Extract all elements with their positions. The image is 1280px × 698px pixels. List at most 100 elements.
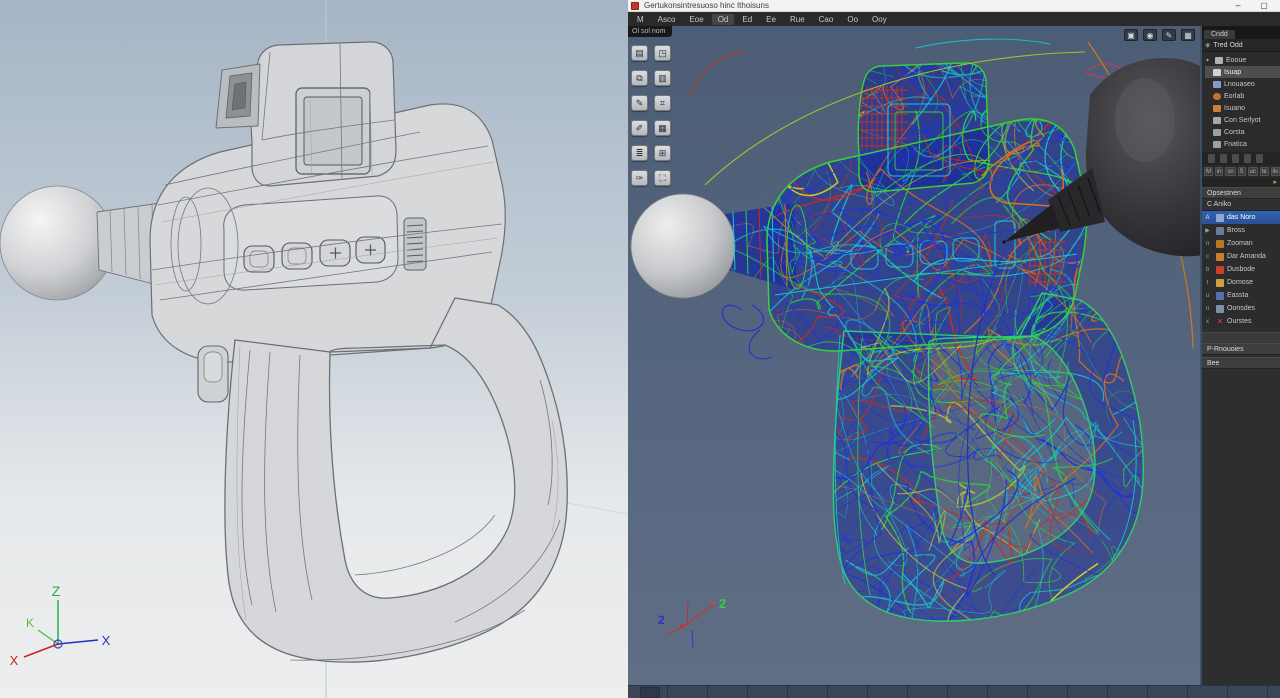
node-icon xyxy=(1213,105,1221,112)
lattice-tool-icon[interactable]: ⌗ xyxy=(654,95,671,111)
op-icon xyxy=(1216,227,1224,235)
axis-label-x-blue: X xyxy=(102,633,111,648)
timeline-bar[interactable] xyxy=(628,685,1280,698)
menu-item-4[interactable]: Ed xyxy=(736,14,758,25)
op-icon xyxy=(1216,214,1224,222)
mini-button-strip: M in sn S uc te lis xyxy=(1202,165,1280,178)
mini-button-5[interactable]: te xyxy=(1260,167,1269,176)
bee-section-header[interactable]: Bee xyxy=(1202,357,1280,369)
minimize-button[interactable]: – xyxy=(1230,0,1246,11)
op-icon xyxy=(1216,253,1224,261)
scene-root-label: Tred Odd xyxy=(1213,42,1242,49)
tool-block-icon xyxy=(1220,154,1227,163)
maximize-button[interactable]: ▢ xyxy=(1256,0,1272,11)
menu-item-3[interactable]: Od xyxy=(712,14,735,25)
op-item-8[interactable]: x✕Ourstes xyxy=(1202,315,1280,328)
operation-section-header[interactable]: Opsestnen xyxy=(1202,187,1280,199)
axis-label-z: Z xyxy=(52,583,61,599)
modeling-tool-palette: ▤ ◳ ⧉ ▥ ✎ ⌗ ✐ ▦ ≣ ⊞ ✑ ⛶ xyxy=(631,45,671,186)
op-item-7[interactable]: nOonsdes xyxy=(1202,302,1280,315)
3d-viewport[interactable]: Ol sol nom ▤ ◳ ⧉ ▥ ✎ ⌗ ✐ ▦ ≣ ⊞ ✑ ⛶ ▣ xyxy=(628,26,1200,685)
op-icon xyxy=(1216,305,1224,313)
menu-item-0[interactable]: M xyxy=(631,14,650,25)
menu-item-5[interactable]: Ee xyxy=(760,14,782,25)
pen-tool-icon[interactable]: ✐ xyxy=(631,120,648,136)
axis-label-k: K xyxy=(26,616,34,630)
tree-item-7[interactable]: Fnatica xyxy=(1205,138,1280,150)
cad-wireframe-scene: Z K X X xyxy=(0,0,628,698)
duplicate-tool-icon[interactable]: ⧉ xyxy=(631,70,648,86)
viewport-camera-tab[interactable]: Ol sol nom xyxy=(628,26,672,37)
tree-item-3[interactable]: Eorlab xyxy=(1205,90,1280,102)
tree-item-2[interactable]: Lnouaseo xyxy=(1205,78,1280,90)
panel-scroll-arrow[interactable]: ▸ xyxy=(1202,178,1280,187)
panel-spacer xyxy=(1202,332,1280,343)
op-item-5[interactable]: tDomose xyxy=(1202,276,1280,289)
structure-tool-icon[interactable]: ▤ xyxy=(631,45,648,61)
left-cad-viewport[interactable]: Z K X X xyxy=(0,0,628,698)
layers-tool-icon[interactable]: ▥ xyxy=(654,70,671,86)
massage-gun-model[interactable] xyxy=(0,42,567,662)
grid-tool-icon[interactable]: ▦ xyxy=(654,120,671,136)
anies-section-header[interactable]: C Aniko xyxy=(1202,199,1280,211)
expand-arrow-icon[interactable]: ▾ xyxy=(1206,57,1212,64)
node-icon xyxy=(1213,81,1221,88)
mini-button-2[interactable]: sn xyxy=(1225,167,1235,176)
target-view-icon[interactable]: ◉ xyxy=(1143,29,1157,41)
tree-item-0[interactable]: ▾Eooue xyxy=(1205,54,1280,66)
op-icon xyxy=(1216,279,1224,287)
node-icon xyxy=(1213,129,1221,136)
ball-attachment xyxy=(0,186,114,300)
menu-item-7[interactable]: Cao xyxy=(813,14,840,25)
window-titlebar[interactable]: Gertukonsintresuoso hinc Ithoisuns – ▢ xyxy=(628,0,1280,12)
node-icon xyxy=(1215,57,1223,64)
tool-block-icon xyxy=(1208,154,1215,163)
tree-item-1[interactable]: Isuap xyxy=(1205,66,1280,78)
tree-item-6[interactable]: Corsta xyxy=(1205,126,1280,138)
node-icon xyxy=(1213,69,1221,76)
ball-attachment-right xyxy=(631,194,735,298)
timeline-current-frame[interactable] xyxy=(640,687,660,698)
tree-item-4[interactable]: Isuano xyxy=(1205,102,1280,114)
menu-item-1[interactable]: Asco xyxy=(652,14,682,25)
menu-bar: M Asco Eoe Od Ed Ee Rue Cao Oo Ooy xyxy=(628,13,1280,26)
panel-tab[interactable]: Cndd xyxy=(1204,30,1235,39)
nodes-tool-icon[interactable]: ⊞ xyxy=(654,145,671,161)
grid-view-icon[interactable]: ▦ xyxy=(1181,29,1195,41)
menu-item-8[interactable]: Oo xyxy=(841,14,864,25)
scene-root-row[interactable]: ◈ Tred Odd xyxy=(1202,39,1280,52)
operation-list: Adas Noro ▶Bross nZooman cDar Amanda bDu… xyxy=(1202,211,1280,328)
disabled-icon-strip xyxy=(1202,152,1280,165)
draw-tool-icon[interactable]: ✎ xyxy=(631,95,648,111)
mini-button-3[interactable]: S xyxy=(1238,167,1246,176)
op-item-1[interactable]: ▶Bross xyxy=(1202,224,1280,237)
mini-button-4[interactable]: uc xyxy=(1248,167,1258,176)
align-tool-icon[interactable]: ◳ xyxy=(654,45,671,61)
op-item-0[interactable]: Adas Noro xyxy=(1202,211,1280,224)
gizmo-label-blue: 2 xyxy=(658,613,665,627)
op-icon xyxy=(1216,240,1224,248)
tree-item-5[interactable]: Con Serlyot xyxy=(1205,114,1280,126)
annotate-icon[interactable]: ✎ xyxy=(1162,29,1176,41)
list-tool-icon[interactable]: ≣ xyxy=(631,145,648,161)
op-item-2[interactable]: nZooman xyxy=(1202,237,1280,250)
menu-item-6[interactable]: Rue xyxy=(784,14,811,25)
op-item-4[interactable]: bDusbode xyxy=(1202,263,1280,276)
wireframe-viewport-scene: 2 2 xyxy=(628,26,1200,685)
mini-button-6[interactable]: lis xyxy=(1271,167,1280,176)
viewport-corner-tools: ▣ ◉ ✎ ▦ xyxy=(1124,29,1195,41)
mini-button-1[interactable]: in xyxy=(1215,167,1224,176)
menu-item-9[interactable]: Ooy xyxy=(866,14,893,25)
menu-item-2[interactable]: Eoe xyxy=(683,14,709,25)
frame-tool-icon[interactable]: ⛶ xyxy=(654,170,671,186)
app-icon xyxy=(631,2,639,10)
panel-tab-bar: Cndd xyxy=(1202,26,1280,39)
brush-tool-icon[interactable]: ✑ xyxy=(631,170,648,186)
op-item-3[interactable]: cDar Amanda xyxy=(1202,250,1280,263)
image-view-icon[interactable]: ▣ xyxy=(1124,29,1138,41)
axis-gizmo: Z K X X xyxy=(10,583,111,668)
op-item-6[interactable]: uEassta xyxy=(1202,289,1280,302)
mini-button-0[interactable]: M xyxy=(1204,167,1213,176)
node-icon xyxy=(1213,93,1221,100)
rno-section-header[interactable]: P-Rnouoies xyxy=(1202,343,1280,355)
